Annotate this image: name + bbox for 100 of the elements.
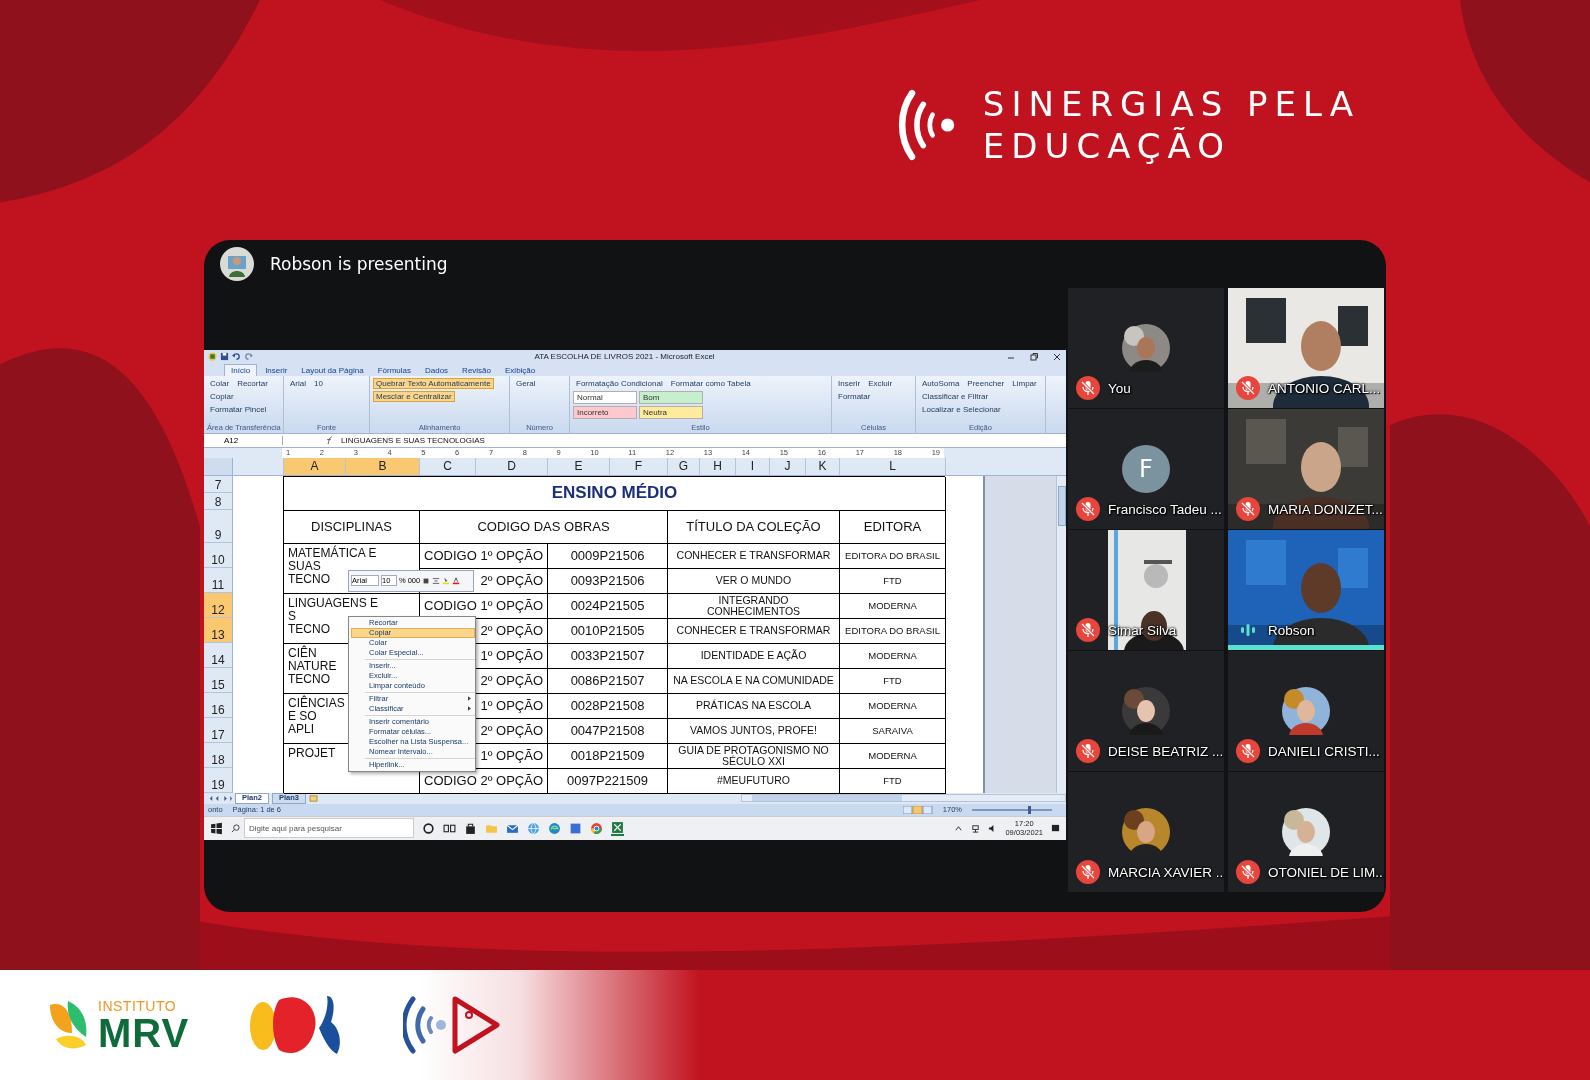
row-header[interactable]: 19 xyxy=(204,767,232,793)
row-header[interactable]: 15 xyxy=(204,667,232,693)
sheet-nav-icon[interactable] xyxy=(208,794,232,802)
ribbon-button[interactable]: 10 xyxy=(311,378,326,390)
ribbon-tab[interactable]: Inserir xyxy=(259,364,294,377)
row-header[interactable]: 13 xyxy=(204,617,232,643)
caret-up-icon[interactable] xyxy=(954,823,964,833)
table-cell: 0047P21508 xyxy=(548,718,668,744)
notification-icon[interactable] xyxy=(1051,823,1060,833)
zoom-thumb[interactable] xyxy=(1028,805,1031,814)
ribbon-tab[interactable]: Revisão xyxy=(456,364,497,377)
globe-icon[interactable] xyxy=(527,821,540,835)
logo-text: SINERGIAS PELA xyxy=(982,83,1360,125)
ribbon-button[interactable]: Preencher xyxy=(964,378,1008,390)
participant-tile[interactable]: OTONIEL DE LIM... xyxy=(1228,772,1384,892)
ribbon-button[interactable]: Formatar Pincel xyxy=(207,404,270,416)
spreadsheet-icon[interactable] xyxy=(611,820,624,836)
column-header[interactable]: F xyxy=(609,457,667,475)
redo-icon[interactable] xyxy=(244,352,253,362)
restore-icon[interactable] xyxy=(1029,351,1039,362)
row-header[interactable]: 18 xyxy=(204,742,232,768)
ribbon-button[interactable]: Limpar xyxy=(1009,378,1040,390)
cell-style[interactable]: Incorreto xyxy=(573,406,637,420)
row-header[interactable]: 7 xyxy=(204,475,232,493)
participant-tile[interactable]: DANIELI CRISTI... xyxy=(1228,651,1384,771)
circle-icon[interactable] xyxy=(422,821,435,835)
scrollbar[interactable] xyxy=(741,794,1066,803)
close-icon[interactable] xyxy=(1052,351,1062,362)
chrome-icon[interactable] xyxy=(590,821,603,835)
presenter-label: Robson is presenting xyxy=(270,254,448,274)
column-header[interactable]: E xyxy=(547,457,609,475)
ribbon-button[interactable]: Classificar e Filtrar xyxy=(919,391,992,403)
ribbon-button[interactable]: Inserir xyxy=(835,378,864,390)
ribbon-button[interactable]: Localizar e Selecionar xyxy=(919,404,1004,416)
swirl-icon[interactable] xyxy=(548,821,561,835)
font-color-icon[interactable] xyxy=(452,576,461,585)
column-header[interactable]: J xyxy=(769,457,805,475)
table-cell: PRÁTICAS NA ESCOLA xyxy=(668,693,840,719)
column-header[interactable]: L xyxy=(839,457,945,475)
ribbon-button[interactable]: Formatação Condicional xyxy=(573,378,666,390)
ribbon-button[interactable]: Excluir xyxy=(865,378,896,390)
column-header[interactable]: K xyxy=(805,457,839,475)
ribbon-button[interactable]: Quebrar Texto Automaticamente xyxy=(373,378,494,390)
network-icon[interactable] xyxy=(971,823,981,833)
undo-icon[interactable] xyxy=(232,352,241,362)
scrollbar[interactable] xyxy=(1056,475,1066,793)
row-header[interactable]: 14 xyxy=(204,642,232,668)
participant-tile[interactable]: F Francisco Tadeu ... xyxy=(1068,409,1224,529)
cell-style[interactable]: Neutra xyxy=(639,406,703,420)
ribbon-button[interactable]: Mesclar e Centralizar xyxy=(373,391,455,403)
cell-style[interactable]: Normal xyxy=(573,391,637,405)
table-cell: 0018P21509 xyxy=(548,743,668,769)
row-header[interactable]: 10 xyxy=(204,542,232,568)
cell-style[interactable]: Bom xyxy=(639,391,703,405)
search-field[interactable]: Digite aqui para pesquisar xyxy=(244,818,414,839)
ribbon-tab[interactable]: Dados xyxy=(419,364,455,377)
bold-icon[interactable] xyxy=(422,576,431,585)
participant-tile[interactable]: MARCIA XAVIER ... xyxy=(1068,772,1224,892)
participant-tile[interactable]: You xyxy=(1068,288,1224,408)
column-heading: TÍTULO DA COLEÇÃO xyxy=(668,510,840,544)
shopping-bag-icon[interactable] xyxy=(464,821,477,835)
ribbon-tab[interactable]: Layout da Página xyxy=(295,364,370,377)
column-header[interactable]: H xyxy=(699,457,735,475)
formula-field[interactable]: LINGUAGENS E SUAS TECNOLOGIAS xyxy=(341,435,485,445)
ribbon-button[interactable]: Formatar como Tabela xyxy=(667,378,754,390)
ribbon-tab[interactable]: Exibição xyxy=(499,364,542,377)
ribbon-button[interactable]: Colar xyxy=(207,378,233,390)
row-header[interactable]: 9 xyxy=(204,509,232,543)
avatar-letter: F xyxy=(1122,445,1170,493)
participant-tile[interactable]: DEISE BEATRIZ ... xyxy=(1068,651,1224,771)
ribbon-button[interactable]: Formatar xyxy=(835,391,874,403)
participant-name: DEISE BEATRIZ ... xyxy=(1108,743,1224,759)
ribbon-button[interactable]: Geral xyxy=(513,378,539,390)
ribbon-button[interactable]: AutoSoma xyxy=(919,378,963,390)
zoom-slider[interactable] xyxy=(972,808,1052,811)
row-header[interactable]: 17 xyxy=(204,717,232,743)
ribbon-tab[interactable]: Fórmulas xyxy=(371,364,417,377)
row-header[interactable]: 12 xyxy=(204,592,232,618)
column-header[interactable]: I xyxy=(735,457,769,475)
column-header[interactable]: C xyxy=(419,457,475,475)
row-header[interactable]: 16 xyxy=(204,692,232,718)
fill-color-icon[interactable] xyxy=(442,576,451,585)
column-header[interactable]: G xyxy=(667,457,699,475)
participant-name: MARCIA XAVIER ... xyxy=(1108,864,1224,880)
name-box[interactable]: A12 xyxy=(204,435,283,445)
align-center-icon[interactable] xyxy=(432,576,441,585)
ribbon-button[interactable]: Copiar xyxy=(207,391,237,403)
square-icon[interactable] xyxy=(569,821,582,835)
ribbon-tab[interactable]: Início xyxy=(224,364,258,377)
windows-icon[interactable] xyxy=(210,821,223,835)
ribbon-button[interactable]: Recortar xyxy=(234,378,271,390)
row-header[interactable]: 11 xyxy=(204,567,232,593)
row-header[interactable]: 8 xyxy=(204,492,232,510)
participant-tile[interactable]: MARIA DONIZET... xyxy=(1228,409,1384,529)
participant-name: You xyxy=(1108,380,1131,396)
column-header[interactable]: D xyxy=(475,457,547,475)
table-cell: CONHECER E TRANSFORMAR xyxy=(668,618,840,644)
ribbon-button[interactable]: Arial xyxy=(287,378,309,390)
participant-tile[interactable]: Robson xyxy=(1228,530,1384,650)
save-icon[interactable] xyxy=(220,352,229,362)
